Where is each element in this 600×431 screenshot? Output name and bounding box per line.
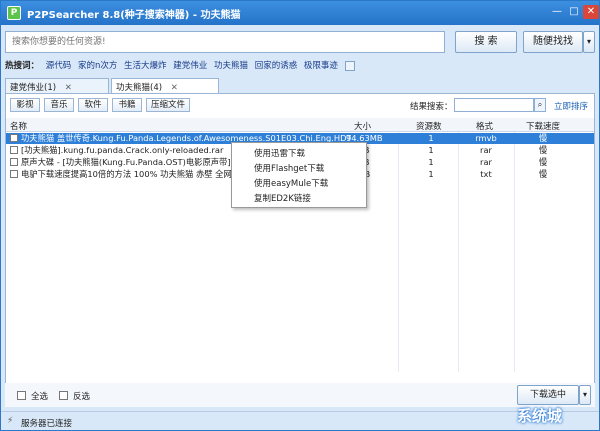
- category-software-button[interactable]: 软件: [78, 98, 108, 112]
- row-speed: 慢: [538, 169, 548, 179]
- select-all-label: 全选: [31, 392, 49, 402]
- column-format[interactable]: 格式: [476, 120, 493, 132]
- hot-item[interactable]: 生活大爆炸: [124, 61, 167, 71]
- search-bar: 搜 索 随便找找 ▾: [5, 31, 595, 53]
- watermark: 系统城: [517, 407, 563, 425]
- hot-item[interactable]: 极限事迹: [304, 61, 338, 71]
- menu-item-flashget[interactable]: 使用Flashget下载: [254, 162, 324, 174]
- row-resources: 1: [428, 145, 434, 155]
- menu-item-thunder[interactable]: 使用迅雷下载: [254, 147, 305, 159]
- menu-item-easymule[interactable]: 使用easyMule下载: [254, 177, 328, 189]
- result-filter-input[interactable]: [454, 98, 534, 112]
- results-panel: 影视 音乐 软件 书籍 压缩文件 结果搜索： ⌕ 立即排序 名称 大小 资源数 …: [5, 93, 595, 407]
- hot-label: 热搜词：: [5, 61, 40, 71]
- row-format: rmvb: [475, 133, 497, 143]
- row-format: txt: [480, 169, 492, 179]
- download-dropdown-button[interactable]: ▾: [579, 385, 591, 405]
- column-resources[interactable]: 资源数: [416, 120, 442, 132]
- invert-selection-checkbox[interactable]: [59, 391, 68, 400]
- maximize-button[interactable]: □: [566, 5, 582, 19]
- result-filter-label: 结果搜索：: [410, 102, 453, 112]
- plug-icon: ⚡: [7, 416, 14, 426]
- row-speed: 慢: [538, 133, 548, 143]
- refresh-icon[interactable]: [344, 60, 355, 71]
- row-checkbox[interactable]: [10, 134, 18, 142]
- close-button[interactable]: ✕: [583, 5, 599, 19]
- search-button[interactable]: 搜 索: [455, 31, 517, 53]
- minimize-button[interactable]: —: [549, 5, 565, 19]
- row-speed: 慢: [538, 145, 548, 155]
- tab-jiandangweiye[interactable]: 建党伟业(1) ✕: [5, 78, 109, 94]
- sort-link[interactable]: 立即排序: [554, 100, 588, 112]
- context-menu: 使用迅雷下载 使用Flashget下载 使用easyMule下载 复制ED2K链…: [231, 142, 367, 208]
- table-header: 名称 大小 资源数 格式 下载速度: [6, 118, 594, 132]
- category-video-button[interactable]: 影视: [10, 98, 40, 112]
- category-music-button[interactable]: 音乐: [44, 98, 74, 112]
- column-speed[interactable]: 下载速度: [526, 120, 560, 132]
- row-format: rar: [480, 145, 492, 155]
- download-selected-button[interactable]: 下载选中: [517, 385, 579, 405]
- search-input[interactable]: [5, 31, 445, 53]
- status-bar: ⚡ 服务器已连接: [1, 411, 599, 430]
- hot-item[interactable]: 回家的诱惑: [255, 61, 298, 71]
- hot-item[interactable]: 功夫熊猫: [214, 61, 248, 71]
- row-checkbox[interactable]: [10, 158, 18, 166]
- tab-label: 建党伟业(1): [10, 83, 57, 93]
- column-divider: [398, 132, 399, 372]
- column-divider: [458, 132, 459, 372]
- tab-close-icon[interactable]: ✕: [171, 83, 178, 93]
- tab-close-icon[interactable]: ✕: [65, 83, 72, 93]
- status-text: 服务器已连接: [21, 419, 73, 429]
- row-checkbox[interactable]: [10, 146, 18, 154]
- hot-item[interactable]: 家的n次方: [78, 61, 117, 71]
- hot-item[interactable]: 源代码: [46, 61, 72, 71]
- row-resources: 1: [428, 169, 434, 179]
- app-window: P P2PSearcher 8.8(种子搜索神器) - 功夫熊猫 — □ ✕ 搜…: [0, 0, 600, 431]
- tab-label: 功夫熊猫(4): [116, 83, 163, 93]
- category-books-button[interactable]: 书籍: [112, 98, 142, 112]
- row-speed: 慢: [538, 157, 548, 167]
- title-bar[interactable]: P P2PSearcher 8.8(种子搜索神器) - 功夫熊猫 — □ ✕: [1, 1, 599, 25]
- random-dropdown-button[interactable]: ▾: [583, 31, 595, 53]
- hot-item[interactable]: 建党伟业: [173, 61, 207, 71]
- row-checkbox[interactable]: [10, 170, 18, 178]
- row-format: rar: [480, 157, 492, 167]
- invert-selection-label: 反选: [73, 392, 91, 402]
- select-all-checkbox[interactable]: [17, 391, 26, 400]
- category-archive-button[interactable]: 压缩文件: [146, 98, 190, 112]
- random-search-button[interactable]: 随便找找: [523, 31, 583, 53]
- window-title: P2PSearcher 8.8(种子搜索神器) - 功夫熊猫: [27, 10, 241, 21]
- row-resources: 1: [428, 157, 434, 167]
- column-size[interactable]: 大小: [354, 120, 371, 132]
- column-divider: [514, 132, 515, 372]
- row-resources: 1: [428, 133, 434, 143]
- app-logo-icon: P: [7, 6, 21, 20]
- hot-keywords: 热搜词： 源代码 家的n次方 生活大爆炸 建党伟业 功夫熊猫 回家的诱惑 极限事…: [5, 59, 595, 73]
- column-name[interactable]: 名称: [10, 120, 27, 132]
- bottom-toolbar: 全选 反选 下载选中 ▾: [5, 383, 595, 407]
- menu-item-copy-ed2k[interactable]: 复制ED2K链接: [254, 192, 311, 204]
- magnifier-icon[interactable]: ⌕: [534, 98, 546, 112]
